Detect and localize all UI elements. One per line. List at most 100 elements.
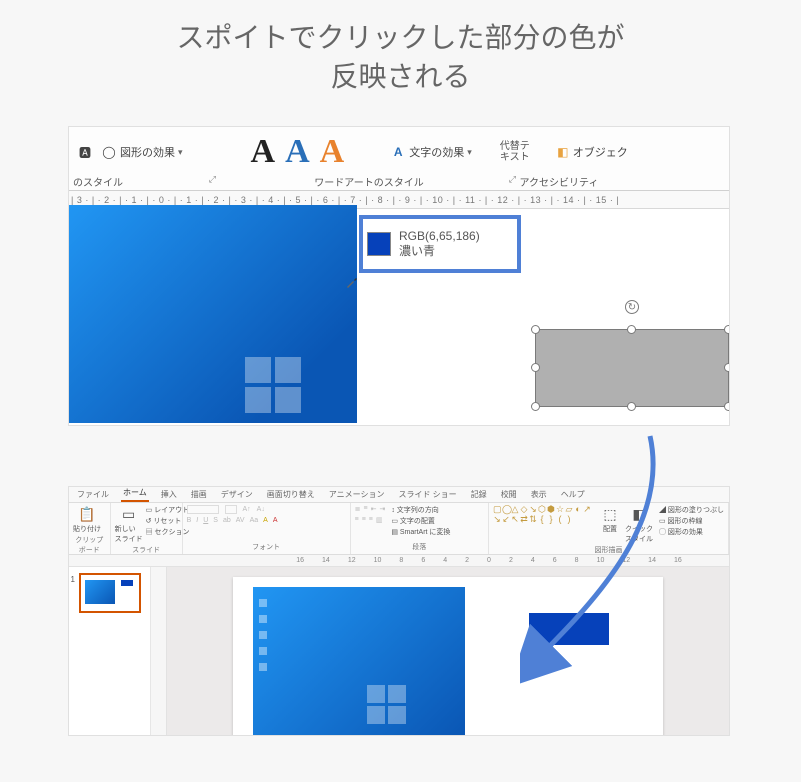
ruler-mark: 8 bbox=[399, 557, 403, 564]
arrange-button[interactable]: ⬚ 配置 bbox=[601, 505, 619, 534]
shapes-gallery[interactable]: ▢◯△◇↘⬡⬢☆▱◐ ↗↘↙↖⇄⇅{}() bbox=[493, 505, 595, 524]
shape-effects-button[interactable]: ◯ 図形の効果 ▾ bbox=[101, 144, 183, 160]
group-label-accessibility: アクセシビリティ bbox=[520, 174, 599, 189]
quick-styles-icon: ◧ bbox=[630, 505, 648, 523]
text-direction-button[interactable]: ↕ 文字列の方向 bbox=[391, 505, 450, 515]
shape-fill-button[interactable]: ◢ 図形の塗りつぶし bbox=[659, 505, 724, 515]
align-text-button[interactable]: ▭ 文字の配置 bbox=[391, 516, 450, 526]
shape-effects-label: 図形の効果 bbox=[120, 144, 175, 160]
align-center-button[interactable]: ≡ bbox=[362, 516, 366, 524]
ruler-mark: 14 bbox=[322, 557, 330, 564]
tab-file[interactable]: ファイル bbox=[75, 487, 111, 502]
quick-styles-button[interactable]: ◧ クイック スタイル bbox=[625, 505, 653, 544]
tab-help[interactable]: ヘルプ bbox=[559, 487, 587, 502]
tab-insert[interactable]: 挿入 bbox=[159, 487, 179, 502]
slide-thumbnail-1[interactable]: 1 bbox=[79, 573, 141, 613]
bullets-button[interactable]: ≣ bbox=[355, 505, 361, 513]
eyedropper-tooltip: RGB(6,65,186) 濃い青 bbox=[359, 215, 521, 273]
paste-button[interactable]: 📋 貼り付け bbox=[73, 505, 101, 534]
font-size-combo[interactable] bbox=[225, 505, 237, 514]
text-effects-label: 文字の効果 bbox=[409, 144, 464, 160]
text-effects-icon: A bbox=[390, 144, 406, 160]
shadow-button[interactable]: ab bbox=[223, 517, 231, 524]
chevron-down-icon: ▾ bbox=[178, 147, 183, 158]
shape-outline-button[interactable]: ▭ 図形の枠線 bbox=[659, 516, 724, 526]
ruler-mark: 10 bbox=[597, 557, 605, 564]
columns-button[interactable]: ▥ bbox=[376, 516, 383, 524]
ruler-mark: 14 bbox=[648, 557, 656, 564]
tab-record[interactable]: 記録 bbox=[469, 487, 489, 502]
slide-thumbnail-panel[interactable]: 1 bbox=[69, 567, 151, 736]
indent-inc-button[interactable]: ⇥ bbox=[379, 505, 385, 513]
resize-handle-l[interactable] bbox=[531, 363, 540, 372]
resize-handle-tr[interactable] bbox=[724, 325, 730, 334]
group-label-font: フォント bbox=[187, 541, 346, 552]
underline-button[interactable]: U bbox=[203, 517, 208, 524]
object-select-button[interactable]: ◧ オブジェク bbox=[550, 141, 633, 163]
slide-background-image bbox=[253, 587, 465, 736]
windows-logo-icon bbox=[367, 685, 407, 725]
tab-view[interactable]: 表示 bbox=[529, 487, 549, 502]
highlight-button[interactable]: A bbox=[263, 517, 268, 524]
workspace: 1 bbox=[69, 567, 729, 736]
letter-a-icon[interactable]: 🅰 bbox=[77, 144, 93, 160]
slide-page[interactable] bbox=[233, 577, 663, 736]
text-effects-button[interactable]: A 文字の効果 ▾ bbox=[390, 144, 472, 160]
ribbon-group-clipboard: 📋 貼り付け クリップボード bbox=[69, 503, 111, 554]
windows-logo-icon bbox=[245, 357, 301, 413]
ruler-mark: 4 bbox=[531, 557, 535, 564]
paste-label: 貼り付け bbox=[73, 524, 101, 534]
ruler-mark: 8 bbox=[575, 557, 579, 564]
new-slide-button[interactable]: ▭ 新しい スライド bbox=[115, 505, 143, 544]
ruler-mark: 10 bbox=[374, 557, 382, 564]
ruler-mark: 6 bbox=[553, 557, 557, 564]
wordart-style-black[interactable]: A bbox=[251, 135, 276, 169]
shrink-font-button[interactable]: A↓ bbox=[257, 506, 265, 513]
shape-effects-button[interactable]: ◯ 図形の効果 bbox=[659, 527, 724, 537]
change-case-button[interactable]: Aa bbox=[250, 517, 259, 524]
indent-dec-button[interactable]: ⇤ bbox=[371, 505, 377, 513]
convert-smartart-button[interactable]: ▤ SmartArt に変換 bbox=[391, 527, 450, 537]
resize-handle-b[interactable] bbox=[627, 402, 636, 411]
resize-handle-bl[interactable] bbox=[531, 402, 540, 411]
align-left-button[interactable]: ≡ bbox=[355, 516, 359, 524]
tab-transitions[interactable]: 画面切り替え bbox=[265, 487, 317, 502]
slide-canvas[interactable]: RGB(6,65,186) 濃い青 ↻ bbox=[69, 209, 729, 426]
wordart-style-orange[interactable]: A bbox=[320, 135, 345, 169]
resize-handle-r[interactable] bbox=[724, 363, 730, 372]
spacing-button[interactable]: AV bbox=[236, 517, 245, 524]
numbering-button[interactable]: ≡ bbox=[363, 505, 367, 513]
grow-font-button[interactable]: A↑ bbox=[243, 506, 251, 513]
align-right-button[interactable]: ≡ bbox=[369, 516, 373, 524]
italic-button[interactable]: I bbox=[196, 517, 198, 524]
page-title-line2: 反映される bbox=[330, 61, 470, 92]
strike-button[interactable]: S bbox=[213, 517, 218, 524]
rotation-handle[interactable]: ↻ bbox=[625, 300, 639, 314]
tab-review[interactable]: 校閲 bbox=[499, 487, 519, 502]
resize-handle-tl[interactable] bbox=[531, 325, 540, 334]
result-rectangle-shape[interactable] bbox=[529, 613, 609, 645]
group-label-shape-styles: のスタイル bbox=[73, 174, 123, 189]
selected-shape-rectangle[interactable]: ↻ bbox=[535, 329, 729, 407]
resize-handle-br[interactable] bbox=[724, 402, 730, 411]
tab-slideshow[interactable]: スライド ショー bbox=[396, 487, 458, 502]
dialog-launcher-icon[interactable]: ⤢ bbox=[209, 174, 216, 185]
horizontal-ruler-small: 16 14 12 10 8 6 4 2 0 2 4 6 8 10 12 14 1… bbox=[69, 555, 729, 567]
tab-animations[interactable]: アニメーション bbox=[327, 487, 387, 502]
wordart-gallery[interactable]: A A A bbox=[251, 135, 345, 169]
page-title-line1: スポイトでクリックした部分の色が bbox=[176, 22, 624, 53]
group-label-drawing: 図形描画 bbox=[493, 544, 724, 555]
resize-handle-t[interactable] bbox=[627, 325, 636, 334]
font-family-combo[interactable] bbox=[187, 505, 219, 514]
tab-home[interactable]: ホーム bbox=[121, 486, 149, 502]
alt-text-button[interactable]: 代替テ キスト bbox=[500, 141, 530, 163]
slide-canvas-area[interactable] bbox=[167, 567, 729, 736]
tab-design[interactable]: デザイン bbox=[219, 487, 255, 502]
wordart-style-blue[interactable]: A bbox=[285, 135, 310, 169]
font-color-button[interactable]: A bbox=[273, 517, 278, 524]
dialog-launcher-icon[interactable]: ⤢ bbox=[509, 174, 516, 185]
paste-icon: 📋 bbox=[78, 505, 96, 523]
bold-button[interactable]: B bbox=[187, 517, 192, 524]
quick-styles-label: クイック スタイル bbox=[625, 524, 653, 544]
tab-draw[interactable]: 描画 bbox=[189, 487, 209, 502]
